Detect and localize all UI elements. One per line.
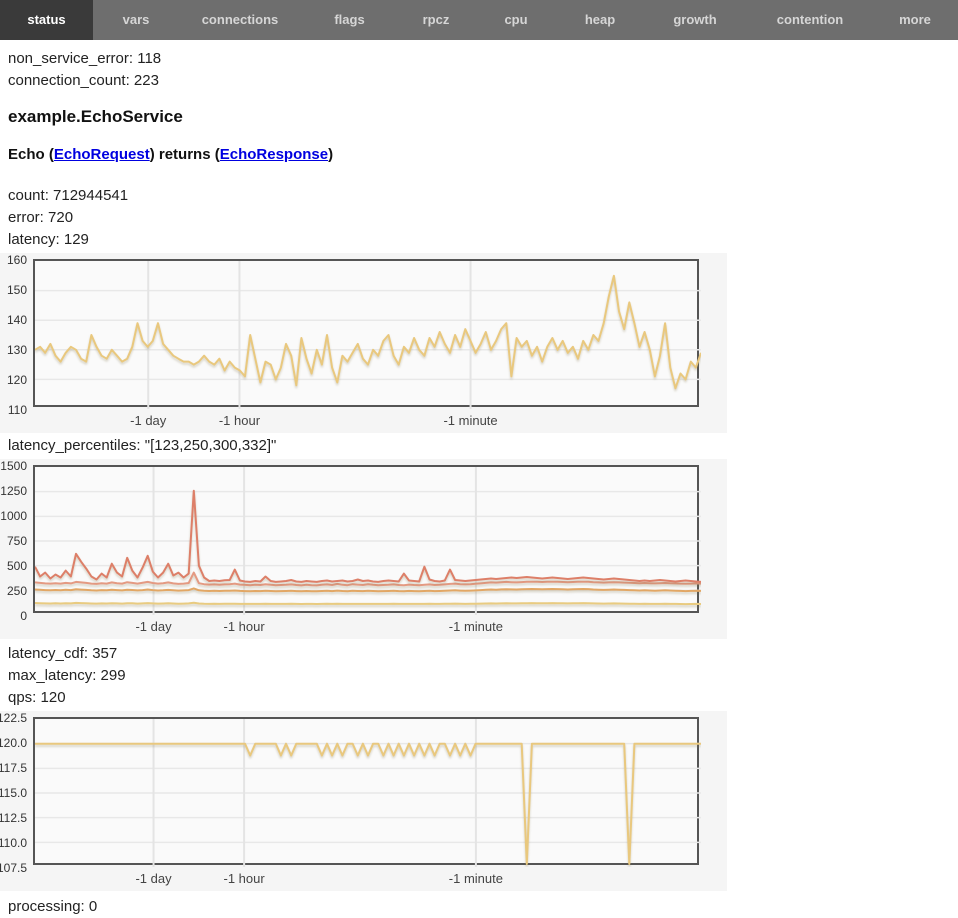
y-tick-label: 117.5 bbox=[0, 761, 27, 775]
latency-chart-plot bbox=[33, 259, 699, 407]
tab-rpcz[interactable]: rpcz bbox=[398, 0, 474, 40]
x-tick-label: -1 hour bbox=[224, 619, 265, 634]
latency_percentiles-plot-svg bbox=[35, 467, 701, 615]
percentiles-chart-x-labels: -1 day -1 hour -1 minute bbox=[0, 617, 727, 637]
page-content: non_service_error: 118 connection_count:… bbox=[0, 48, 958, 918]
series-line bbox=[35, 744, 701, 864]
method-middle: ) returns ( bbox=[150, 146, 220, 163]
x-tick-label: -1 day bbox=[135, 619, 171, 634]
latency-chart: 160150140130120110 -1 day-1 hour-1 minut… bbox=[0, 253, 727, 433]
y-tick-label: 115.0 bbox=[0, 786, 27, 800]
method-prefix: Echo ( bbox=[8, 146, 54, 163]
tab-more[interactable]: more bbox=[872, 0, 958, 40]
latency-percentiles-chart: 1500125010007505002500 -1 day-1 hour-1 m… bbox=[0, 459, 727, 639]
tab-growth[interactable]: growth bbox=[642, 0, 748, 40]
method-metrics: count: 712944541 error: 720 latency: 129 bbox=[0, 185, 958, 251]
qps-chart-plot bbox=[33, 717, 699, 865]
y-tick-label: 1250 bbox=[0, 484, 27, 498]
series-line bbox=[35, 603, 701, 604]
latency-chart-y-axis: 160150140130120110 bbox=[0, 253, 29, 433]
x-tick-label: -1 day bbox=[130, 413, 166, 428]
x-tick-label: -1 minute bbox=[449, 619, 503, 634]
global-stats: non_service_error: 118 connection_count:… bbox=[0, 48, 958, 92]
qps-chart: 122.5120.0117.5115.0112.5110.0107.5 -1 d… bbox=[0, 711, 727, 891]
y-tick-label: 1000 bbox=[0, 509, 27, 523]
max-latency-stat: max_latency: 299 bbox=[8, 665, 958, 687]
latency-stat: latency: 129 bbox=[8, 229, 958, 251]
series-line bbox=[35, 276, 701, 389]
echo-request-link[interactable]: EchoRequest bbox=[54, 146, 150, 163]
method-signature: Echo (EchoRequest) returns (EchoResponse… bbox=[8, 144, 958, 165]
latency-cdf-stat: latency_cdf: 357 bbox=[8, 643, 958, 665]
y-tick-label: 250 bbox=[7, 584, 27, 598]
y-tick-label: 122.5 bbox=[0, 711, 27, 725]
percentiles-chart-plot bbox=[33, 465, 699, 613]
tab-connections[interactable]: connections bbox=[179, 0, 301, 40]
latency-chart-x-labels: -1 day -1 hour -1 minute bbox=[0, 411, 727, 431]
y-tick-label: 750 bbox=[7, 534, 27, 548]
tab-heap[interactable]: heap bbox=[558, 0, 642, 40]
tab-cpu[interactable]: cpu bbox=[474, 0, 558, 40]
method-suffix: ) bbox=[328, 146, 333, 163]
y-tick-label: 1500 bbox=[0, 459, 27, 473]
x-tick-label: -1 hour bbox=[224, 871, 265, 886]
y-tick-label: 150 bbox=[7, 283, 27, 297]
latency-plot-svg bbox=[35, 261, 701, 409]
connection-count-stat: connection_count: 223 bbox=[8, 70, 958, 92]
tab-status[interactable]: status bbox=[0, 0, 93, 40]
tab-contention[interactable]: contention bbox=[748, 0, 872, 40]
latency-percentiles-stat: latency_percentiles: "[123,250,300,332]" bbox=[8, 435, 958, 457]
echo-response-link[interactable]: EchoResponse bbox=[220, 146, 328, 163]
count-stat: count: 712944541 bbox=[8, 185, 958, 207]
non-service-error-stat: non_service_error: 118 bbox=[8, 48, 958, 70]
qps-stat: qps: 120 bbox=[8, 687, 958, 709]
y-tick-label: 120.0 bbox=[0, 736, 27, 750]
qps-chart-x-labels: -1 day -1 hour -1 minute bbox=[0, 869, 727, 889]
navbar: status vars connections flags rpcz cpu h… bbox=[0, 0, 958, 40]
qps-metrics: latency_cdf: 357 max_latency: 299 qps: 1… bbox=[0, 643, 958, 709]
series-line bbox=[35, 491, 701, 582]
y-tick-label: 120 bbox=[7, 373, 27, 387]
y-tick-label: 140 bbox=[7, 313, 27, 327]
x-tick-label: -1 day bbox=[135, 871, 171, 886]
y-tick-label: 160 bbox=[7, 253, 27, 267]
qps-chart-y-axis: 122.5120.0117.5115.0112.5110.0107.5 bbox=[0, 711, 29, 891]
x-tick-label: -1 minute bbox=[449, 871, 503, 886]
y-tick-label: 110.0 bbox=[0, 836, 27, 850]
tab-vars[interactable]: vars bbox=[93, 0, 179, 40]
x-tick-label: -1 hour bbox=[219, 413, 260, 428]
y-tick-label: 130 bbox=[7, 343, 27, 357]
qps-plot-svg bbox=[35, 719, 701, 867]
service-name-heading: example.EchoService bbox=[8, 106, 958, 127]
y-tick-label: 500 bbox=[7, 559, 27, 573]
x-tick-label: -1 minute bbox=[443, 413, 497, 428]
y-tick-label: 112.5 bbox=[0, 811, 27, 825]
tab-flags[interactable]: flags bbox=[301, 0, 398, 40]
percentiles-chart-y-axis: 1500125010007505002500 bbox=[0, 459, 29, 639]
error-stat: error: 720 bbox=[8, 207, 958, 229]
